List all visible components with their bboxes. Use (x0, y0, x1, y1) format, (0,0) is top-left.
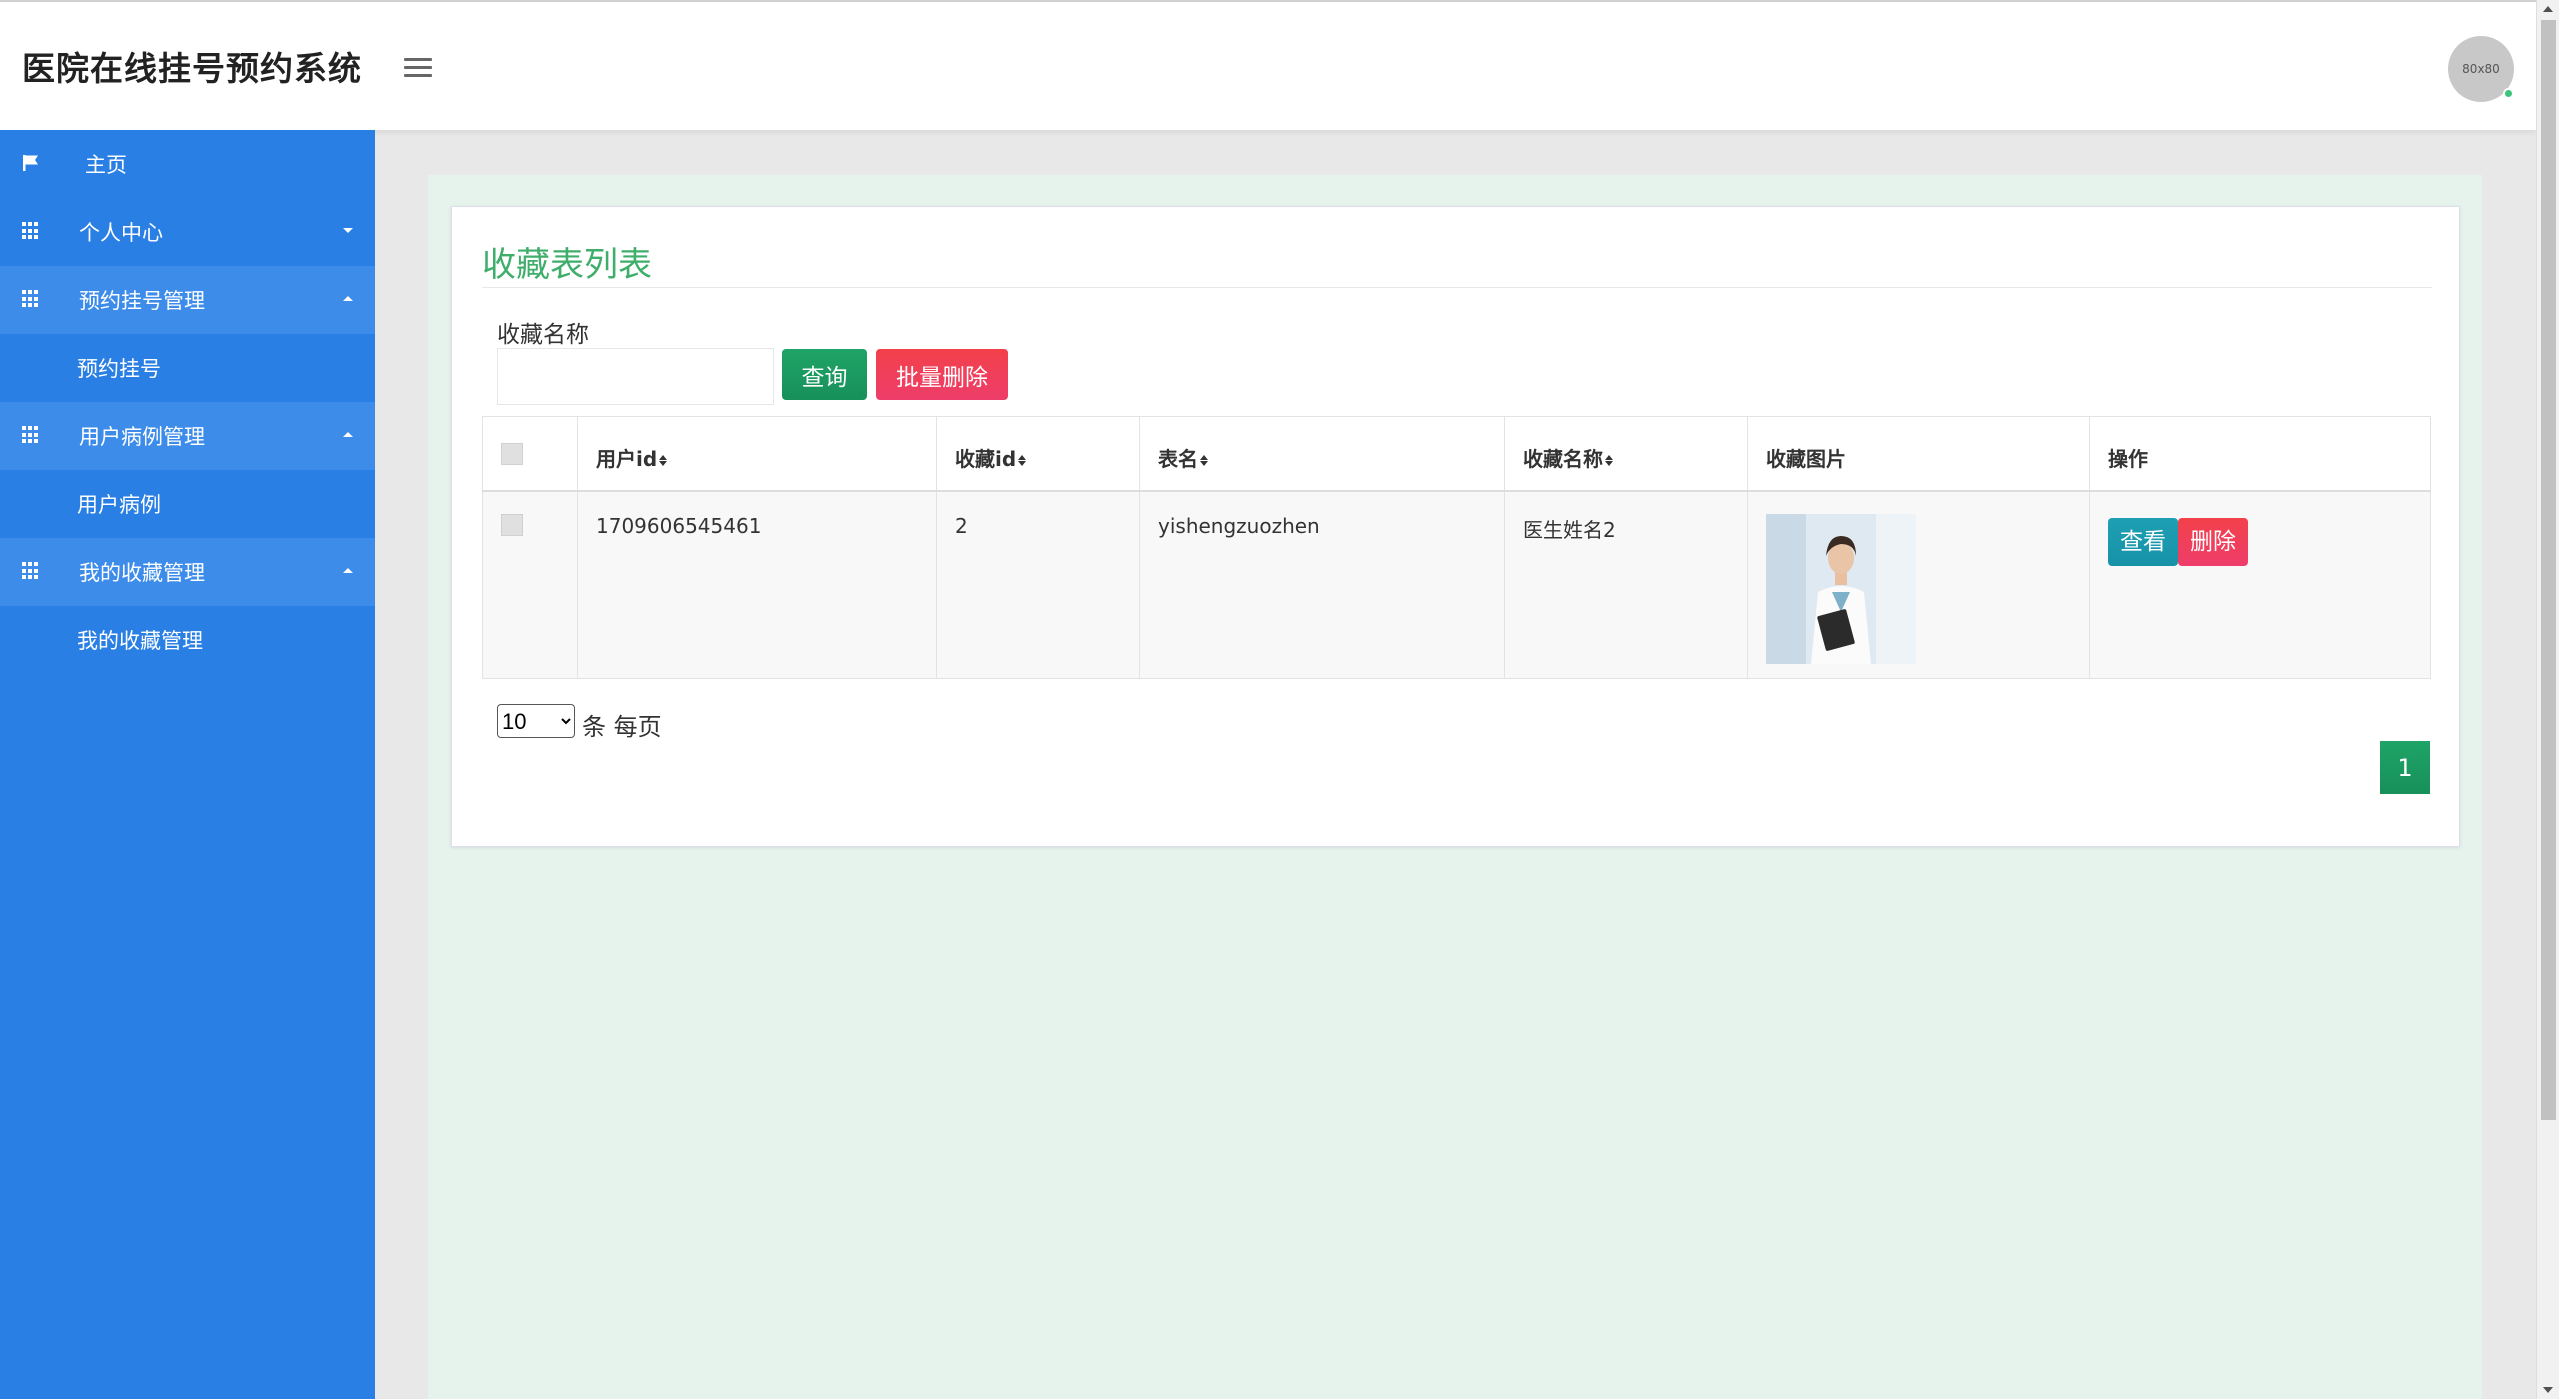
row-checkbox[interactable] (501, 513, 523, 536)
cell-table-name: yishengzuozhen (1139, 490, 1505, 679)
column-header-fav-name[interactable]: 收藏名称 (1504, 416, 1748, 492)
doctor-photo[interactable] (1766, 513, 1916, 664)
page-size-select[interactable]: 10 (497, 704, 575, 738)
column-header-table-name[interactable]: 表名 (1139, 416, 1505, 492)
search-input[interactable] (497, 348, 774, 405)
sidebar-item-my-favorites[interactable]: 我的收藏管理 (0, 606, 375, 674)
sidebar-item-appointment-management[interactable]: 预约挂号管理 (0, 266, 375, 334)
sort-icon (1200, 455, 1208, 466)
cell-actions: 查看 删除 (2089, 490, 2431, 679)
grid-icon (22, 222, 40, 240)
grid-icon (22, 290, 40, 308)
sidebar-item-label: 用户病例 (77, 493, 161, 517)
cell-fav-name: 医生姓名2 (1504, 490, 1748, 679)
sidebar-item-appointment[interactable]: 预约挂号 (0, 334, 375, 402)
cell-fav-image (1747, 490, 2090, 679)
cell-fav-id: 2 (936, 490, 1140, 679)
column-header-fav-id[interactable]: 收藏id (936, 416, 1140, 492)
sidebar-item-label: 用户病例管理 (79, 425, 205, 449)
chevron-up-icon (343, 296, 353, 301)
chevron-up-icon (343, 568, 353, 573)
scroll-up-icon[interactable] (2543, 6, 2553, 12)
view-button[interactable]: 查看 (2108, 517, 2178, 566)
favorites-table: 用户id 收藏id 表名 收藏名称 收藏图片 操作 1709606545461 … (482, 416, 2431, 679)
chevron-up-icon (343, 432, 353, 437)
sidebar-item-label: 预约挂号管理 (79, 289, 205, 313)
column-header-actions: 操作 (2089, 416, 2431, 492)
page-number-button[interactable]: 1 (2380, 741, 2430, 794)
favorites-list-panel: 收藏表列表 收藏名称 查询 批量删除 用户id 收藏id 表名 收藏名称 收藏图… (451, 206, 2460, 847)
row-select-cell (482, 490, 578, 679)
column-header-fav-image: 收藏图片 (1747, 416, 2090, 492)
top-header: 医院在线挂号预约系统 80x80 (0, 0, 2536, 130)
page-title: 收藏表列表 (482, 245, 652, 285)
online-status-dot (2503, 88, 2514, 99)
delete-button[interactable]: 删除 (2178, 517, 2248, 566)
table-header-row: 用户id 收藏id 表名 收藏名称 收藏图片 操作 (482, 416, 2431, 492)
select-all-header (482, 416, 578, 492)
sidebar-item-label: 个人中心 (79, 221, 163, 245)
sidebar-item-user-case[interactable]: 用户病例 (0, 470, 375, 538)
chevron-down-icon (343, 228, 353, 233)
app-title: 医院在线挂号预约系统 (22, 49, 362, 88)
page-scrollbar[interactable] (2536, 0, 2559, 1399)
sidebar-item-home[interactable]: 主页 (0, 130, 375, 198)
scroll-down-icon[interactable] (2543, 1387, 2553, 1393)
sidebar-item-label: 预约挂号 (77, 357, 161, 381)
sort-icon (1605, 455, 1613, 466)
scrollbar-thumb[interactable] (2541, 20, 2556, 1120)
sidebar-item-label: 我的收藏管理 (79, 561, 205, 585)
sidebar-item-case-management[interactable]: 用户病例管理 (0, 402, 375, 470)
sort-icon (1018, 455, 1027, 466)
sidebar: 主页 个人中心 预约挂号管理 预约挂号 用户病例管理 用户病例 我的收藏管理 我… (0, 130, 375, 1399)
page-size-suffix: 条 每页 (582, 713, 662, 741)
cell-user-id: 1709606545461 (577, 490, 937, 679)
sidebar-item-favorites-management[interactable]: 我的收藏管理 (0, 538, 375, 606)
search-label: 收藏名称 (497, 322, 589, 348)
flag-icon (23, 155, 38, 171)
grid-icon (22, 562, 40, 580)
table-row: 1709606545461 2 yishengzuozhen 医生姓名2 查看 … (482, 490, 2431, 679)
sidebar-item-label: 我的收藏管理 (77, 629, 203, 653)
column-header-user-id[interactable]: 用户id (577, 416, 937, 492)
avatar-placeholder-text: 80x80 (2462, 62, 2500, 76)
select-all-checkbox[interactable] (501, 443, 523, 465)
sidebar-item-personal-center[interactable]: 个人中心 (0, 198, 375, 266)
sort-icon (659, 455, 668, 466)
title-divider (482, 287, 2432, 288)
grid-icon (22, 426, 40, 444)
sidebar-item-label: 主页 (85, 153, 127, 177)
user-avatar[interactable]: 80x80 (2448, 36, 2514, 102)
menu-toggle-icon[interactable] (404, 58, 432, 78)
query-button[interactable]: 查询 (782, 349, 867, 400)
batch-delete-button[interactable]: 批量删除 (876, 349, 1008, 400)
